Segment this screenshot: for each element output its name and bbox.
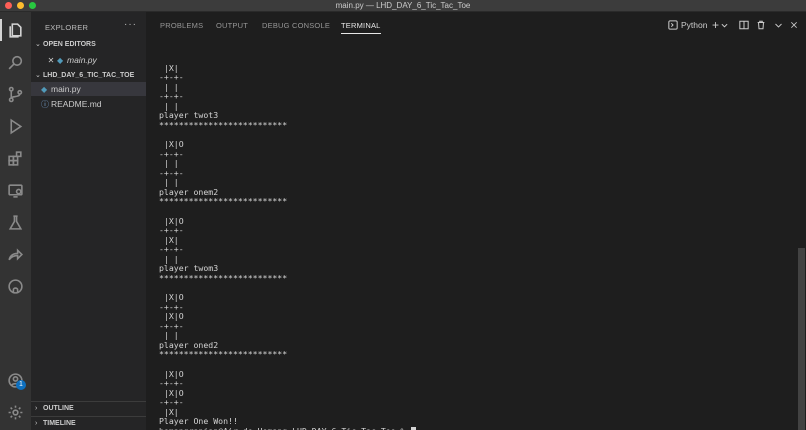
python-file-icon: ◆ [41,85,48,94]
terminal-line: | | [159,81,179,92]
split-icon [739,20,749,30]
close-icon [791,22,797,28]
open-editor-filename: main.py [67,55,97,65]
terminal-scrollbar[interactable] [798,248,805,430]
kill-terminal-button[interactable] [756,19,766,31]
settings-gear-icon[interactable] [0,398,31,426]
terminal-selector[interactable]: Python [668,19,707,31]
activity-bar: 1 [0,12,31,430]
python-file-icon: ◆ [57,56,64,65]
new-terminal-button[interactable]: + [712,18,728,32]
terminal-panel: PROBLEMS OUTPUT DEBUG CONSOLE TERMINAL P… [146,12,806,430]
outline-section[interactable]: › OUTLINE [31,401,146,414]
run-debug-icon[interactable] [0,112,31,140]
terminal-line: | | [159,253,179,264]
terminal-icon [668,20,678,30]
terminal-line: -+-+- [159,167,184,178]
chevron-down-icon [721,23,728,28]
info-icon: ⓘ [41,100,49,109]
terminal-line: -+-+- [159,225,184,236]
github-icon[interactable] [0,272,31,300]
terminal-line: | | [159,177,179,188]
more-actions-icon[interactable]: ··· [124,19,137,30]
plus-icon: + [712,18,720,32]
terminal-line: |X|O [159,292,184,303]
chevron-down-icon [775,23,782,28]
chevron-right-icon: › [35,420,38,427]
file-item-main-py[interactable]: ◆ main.py [31,82,146,96]
maximize-panel-button[interactable] [774,19,783,31]
tab-terminal[interactable]: TERMINAL [341,21,381,34]
folder-section[interactable]: ⌄ LHD_DAY_6_TIC_TAC_TOE [31,69,146,82]
terminal-line: |X|O [159,368,184,379]
terminal-line: -+-+- [159,244,184,255]
remote-explorer-icon[interactable] [0,176,31,204]
explorer-icon[interactable] [0,16,31,44]
terminal-line: |X|O [159,311,184,322]
open-editors-label: OPEN EDITORS [43,41,96,48]
panel-tabs: PROBLEMS OUTPUT DEBUG CONSOLE TERMINAL P… [146,12,806,38]
source-control-icon[interactable] [0,80,31,108]
terminal-line: |X|O [159,139,184,150]
terminal-line: |X| [159,234,179,245]
sidebar-title: EXPLORER [45,23,89,32]
timeline-label: TIMELINE [43,420,76,427]
terminal-line: ************************** [159,196,288,207]
terminal-output[interactable]: |X| -+-+- | | -+-+- | | player twot3 *******… [159,54,791,430]
trash-icon [757,20,765,30]
open-editor-item-main-py[interactable]: ✕ ◆ main.py [31,53,146,67]
search-icon[interactable] [0,48,31,76]
terminal-name: Python [681,20,708,30]
close-editor-icon[interactable]: ✕ [45,54,57,68]
timeline-section[interactable]: › TIMELINE [31,416,146,429]
chevron-down-icon: ⌄ [35,41,41,48]
terminal-line: -+-+- [159,378,184,389]
tab-problems[interactable]: PROBLEMS [160,21,203,30]
terminal-line: | | [159,158,179,169]
explorer-sidebar: EXPLORER ··· ⌄ OPEN EDITORS ✕ ◆ main.py ⌄ LH… [31,12,146,430]
terminal-line: -+-+- [159,320,184,331]
file-name: main.py [51,84,81,94]
terminal-line: -+-+- [159,91,184,102]
file-name: README.md [51,99,102,109]
file-item-readme[interactable]: ⓘ README.md [31,97,146,111]
terminal-line: -+-+- [159,301,184,312]
tab-debug-console[interactable]: DEBUG CONSOLE [262,21,330,30]
terminal-line: ************************** [159,119,288,130]
split-terminal-button[interactable] [739,19,749,31]
outline-label: OUTLINE [43,405,74,412]
terminal-line: -+-+- [159,72,184,83]
terminal-line: | | [159,100,179,111]
tab-output[interactable]: OUTPUT [216,21,248,30]
terminal-line: -+-+- [159,397,184,408]
terminal-line: |X|O [159,215,184,226]
terminal-line: |X|O [159,387,184,398]
extensions-icon[interactable] [0,144,31,172]
title-bar: main.py — LHD_DAY_6_Tic_Tac_Toe [0,0,806,12]
terminal-line: -+-+- [159,148,184,159]
terminal-line: ************************** [159,272,288,283]
terminal-line: |X| [159,62,179,73]
chevron-right-icon: › [35,405,38,412]
folder-label: LHD_DAY_6_TIC_TAC_TOE [43,72,135,79]
accounts-badge: 1 [16,380,26,390]
testing-icon[interactable] [0,208,31,236]
window-title: main.py — LHD_DAY_6_Tic_Tac_Toe [335,1,471,10]
accounts-icon[interactable]: 1 [0,366,31,394]
chevron-down-icon: ⌄ [35,72,41,79]
prompt-text: hemangranjan@Air-de-Hemang LHD_DAY_6_Tic… [159,426,410,430]
open-editors-section[interactable]: ⌄ OPEN EDITORS [31,38,146,51]
close-panel-button[interactable] [790,19,798,31]
terminal-line: | | [159,330,179,341]
terminal-line: |X| [159,406,179,417]
live-share-icon[interactable] [0,240,31,268]
terminal-line: ************************** [159,349,288,360]
